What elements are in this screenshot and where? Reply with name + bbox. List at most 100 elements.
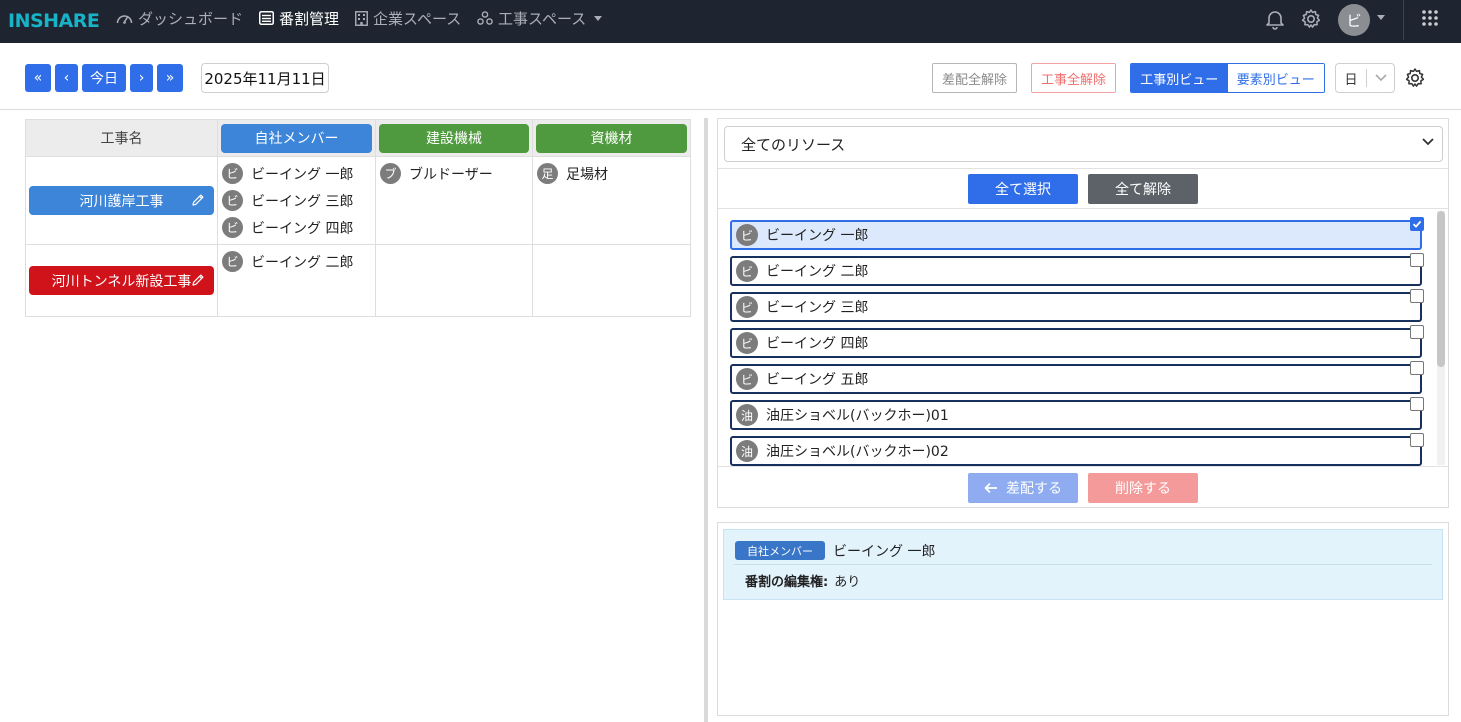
gauge-icon <box>116 14 133 24</box>
chevron-down-icon[interactable] <box>1377 15 1385 20</box>
table-row: 河川トンネル新設工事 ビビーイング 二郎 <box>25 244 691 317</box>
deselect-all-button[interactable]: 全て解除 <box>1088 174 1198 204</box>
column-header-material: 資機材 <box>532 119 691 157</box>
item-checkbox[interactable] <box>1410 217 1424 231</box>
resource-name: ビーイング 一郎 <box>766 228 869 244</box>
column-header-machine-label: 建設機械 <box>379 123 529 153</box>
view-toggle: 工事別ビュー 要素別ビュー <box>1130 63 1325 93</box>
today-button[interactable]: 今日 <box>82 64 126 92</box>
list-item[interactable]: 油油圧ショベル(バックホー)01 <box>730 400 1422 430</box>
resource-list: ビビーイング 一郎 ビビーイング 二郎 ビビーイング 三郎 ビビーイング 四郎 … <box>730 220 1424 466</box>
list-item[interactable]: ビビーイング 一郎 <box>222 160 371 187</box>
list-item[interactable]: ブブルドーザー <box>380 160 528 187</box>
delete-button[interactable]: 削除する <box>1088 473 1198 503</box>
project-name: 河川トンネル新設工事 <box>51 273 192 290</box>
first-button[interactable]: « <box>25 64 51 92</box>
resource-badge: 足 <box>537 163 558 184</box>
resource-name: ビーイング 三郎 <box>251 193 354 210</box>
list-scrollbar[interactable] <box>1437 211 1445 465</box>
last-button[interactable]: » <box>157 64 183 92</box>
assignment-table: 工事名 自社メンバー 建設機械 資機材 河川護岸工事 ビビーイング 一郎 ビビー… <box>25 119 691 317</box>
apps-grid-icon[interactable] <box>1421 9 1439 27</box>
clear-all-assign-button[interactable]: 差配全解除 <box>932 63 1017 93</box>
list-item[interactable]: ビビーイング 四郎 <box>730 328 1422 358</box>
nav-assignment-label: 番割管理 <box>279 9 340 28</box>
list-item[interactable]: ビビーイング 三郎 <box>222 187 371 214</box>
resource-name: ブルドーザー <box>409 166 493 183</box>
item-checkbox[interactable] <box>1410 361 1424 375</box>
pencil-icon[interactable] <box>191 273 205 287</box>
building-icon <box>355 10 368 26</box>
list-item[interactable]: ビビーイング 一郎 <box>730 220 1422 250</box>
chevron-down-icon <box>1422 138 1434 146</box>
permission-row: 番割の編集権: あり <box>745 571 860 590</box>
view-by-element-button[interactable]: 要素別ビュー <box>1227 64 1324 92</box>
column-header-material-label: 資機材 <box>536 123 687 153</box>
resource-badge: ビ <box>736 296 758 318</box>
material-cell[interactable] <box>532 244 691 317</box>
user-avatar[interactable]: ビ <box>1338 4 1370 36</box>
table-header-row: 工事名 自社メンバー 建設機械 資機材 <box>25 119 691 157</box>
material-cell[interactable]: 足足場材 <box>532 156 691 245</box>
chevron-down-icon <box>1367 74 1394 82</box>
scrollbar-thumb[interactable] <box>1437 211 1445 367</box>
nav-company-space[interactable]: 企業スペース <box>355 0 461 36</box>
column-header-member: 自社メンバー <box>217 119 376 157</box>
resource-name: ビーイング 二郎 <box>766 264 869 280</box>
resource-name: ビーイング 五郎 <box>766 372 869 388</box>
nav-dashboard[interactable]: ダッシュボード <box>116 0 243 36</box>
list-item[interactable]: ビビーイング 二郎 <box>222 248 371 275</box>
list-item[interactable]: 足足場材 <box>537 160 686 187</box>
column-header-name-label: 工事名 <box>100 131 143 147</box>
pencil-icon[interactable] <box>191 193 205 207</box>
nav-dashboard-label: ダッシュボード <box>138 9 244 28</box>
chevron-down-icon <box>594 15 603 21</box>
assign-button[interactable]: 差配する <box>968 473 1078 503</box>
member-cell[interactable]: ビビーイング 二郎 <box>217 244 376 317</box>
list-item[interactable]: ビビーイング 四郎 <box>222 214 371 241</box>
list-item[interactable]: 油油圧ショベル(バックホー)02 <box>730 436 1422 466</box>
project-name: 河川護岸工事 <box>79 193 164 210</box>
app-logo[interactable]: INS HARE <box>8 9 100 33</box>
date-picker[interactable]: 2025年11月11日 <box>201 63 329 93</box>
prev-button[interactable]: ‹ <box>55 64 78 92</box>
project-button[interactable]: 河川トンネル新設工事 <box>29 266 214 295</box>
item-checkbox[interactable] <box>1410 325 1424 339</box>
item-checkbox[interactable] <box>1410 433 1424 447</box>
pane-splitter[interactable] <box>704 118 708 722</box>
column-header-member-label: 自社メンバー <box>221 123 372 153</box>
list-item[interactable]: ビビーイング 五郎 <box>730 364 1422 394</box>
item-checkbox[interactable] <box>1410 289 1424 303</box>
settings-gear-icon[interactable] <box>1404 67 1426 89</box>
next-button[interactable]: › <box>130 64 153 92</box>
resource-badge: ビ <box>736 224 758 246</box>
nav-assignment[interactable]: 番割管理 <box>259 0 339 36</box>
category-badge: 自社メンバー <box>735 541 825 560</box>
selection-bar: 全て選択 全て解除 <box>718 168 1448 209</box>
arrow-left-icon <box>984 482 997 494</box>
unit-select[interactable]: 日 <box>1335 63 1395 93</box>
date-toolbar: « ‹ 今日 › » 2025年11月11日 差配全解除 工事全解除 工事別ビュ… <box>0 43 1461 110</box>
machine-cell[interactable]: ブブルドーザー <box>375 156 533 245</box>
resource-filter-select[interactable]: 全てのリソース <box>724 126 1443 162</box>
logo-text-a: INS <box>8 10 44 32</box>
resource-badge: 油 <box>736 440 758 462</box>
list-item[interactable]: ビビーイング 二郎 <box>730 256 1422 286</box>
member-cell[interactable]: ビビーイング 一郎 ビビーイング 三郎 ビビーイング 四郎 <box>217 156 376 245</box>
nav-project-space[interactable]: 工事スペース <box>477 0 603 36</box>
logo-text-b: HARE <box>43 10 100 32</box>
view-by-project-button[interactable]: 工事別ビュー <box>1131 64 1228 92</box>
clear-all-project-button[interactable]: 工事全解除 <box>1031 63 1116 93</box>
gear-icon[interactable] <box>1300 8 1322 30</box>
bell-icon[interactable] <box>1264 8 1286 30</box>
list-item[interactable]: ビビーイング 三郎 <box>730 292 1422 322</box>
machine-cell[interactable] <box>375 244 533 317</box>
item-checkbox[interactable] <box>1410 253 1424 267</box>
resource-badge: ビ <box>736 260 758 282</box>
select-all-button[interactable]: 全て選択 <box>968 174 1078 204</box>
project-button[interactable]: 河川護岸工事 <box>29 186 214 215</box>
resource-filter-value: 全てのリソース <box>741 135 846 154</box>
hierarchy-icon <box>477 11 493 25</box>
resource-badge: ビ <box>736 332 758 354</box>
item-checkbox[interactable] <box>1410 397 1424 411</box>
